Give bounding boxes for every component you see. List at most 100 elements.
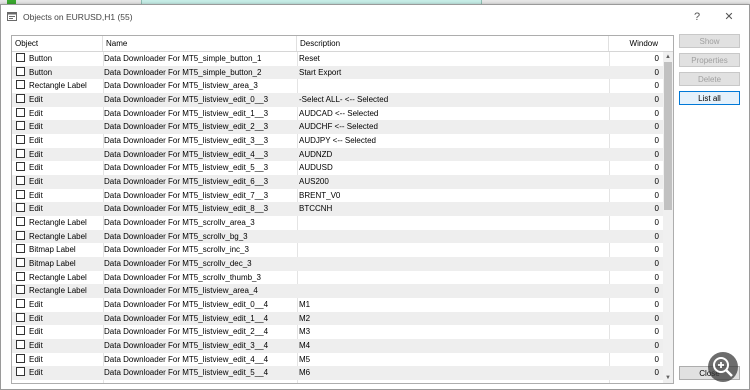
- row-checkbox[interactable]: [16, 340, 25, 350]
- scroll-up-arrow-icon[interactable]: ▲: [664, 53, 672, 61]
- object-name-cell: Data Downloader For MT5_listview_edit_0_…: [104, 300, 269, 310]
- column-header-name[interactable]: Name: [103, 36, 297, 51]
- table-row[interactable]: Button Data Downloader For MT5_simple_but…: [12, 65, 663, 80]
- row-checkbox[interactable]: [16, 107, 25, 117]
- column-header-description[interactable]: Description: [297, 36, 609, 51]
- row-checkbox[interactable]: [16, 176, 25, 186]
- table-row[interactable]: Edit Data Downloader For MT5_listview_edi…: [12, 298, 663, 312]
- table-row[interactable]: Rectangle Label Data Downloader For MT5_l…: [12, 79, 663, 93]
- object-type-cell: Edit: [12, 325, 106, 339]
- table-row[interactable]: Rectangle Label Data Downloader For MT5_s…: [12, 271, 663, 285]
- row-checkbox[interactable]: [16, 162, 25, 172]
- row-checkbox[interactable]: [16, 94, 25, 104]
- properties-button[interactable]: Properties: [679, 53, 740, 67]
- table-row[interactable]: Edit Data Downloader For MT5_listview_edi…: [12, 311, 663, 326]
- table-row[interactable]: Edit Data Downloader For MT5_listview_edi…: [12, 325, 663, 339]
- objects-list[interactable]: Object Name Description Window Button Dat…: [11, 35, 674, 384]
- row-checkbox[interactable]: [16, 148, 25, 158]
- column-header-object[interactable]: Object: [12, 36, 103, 51]
- table-row[interactable]: Bitmap Label Data Downloader For MT5_scro…: [12, 243, 663, 257]
- row-checkbox[interactable]: [16, 189, 25, 199]
- row-checkbox[interactable]: [16, 121, 25, 131]
- object-window-cell: 0: [654, 95, 659, 105]
- object-window-cell: 0: [654, 136, 659, 146]
- object-type-cell: Rectangle Label: [12, 230, 106, 244]
- row-checkbox[interactable]: [16, 53, 25, 62]
- table-row[interactable]: Bitmap Label Data Downloader For MT5_scro…: [12, 257, 663, 271]
- object-type-label: Edit: [29, 108, 43, 118]
- row-checkbox[interactable]: [16, 285, 25, 295]
- object-description-cell: [299, 230, 599, 244]
- magnifier-zoom-icon[interactable]: [708, 352, 738, 382]
- list-all-button[interactable]: List all: [679, 91, 740, 105]
- object-description-cell: [299, 284, 599, 298]
- table-row[interactable]: Edit Data Downloader For MT5_listview_edi…: [12, 93, 663, 107]
- table-row[interactable]: Edit Data Downloader For MT5_listview_edi…: [12, 202, 663, 217]
- table-row[interactable]: Rectangle Label Data Downloader For MT5_s…: [12, 229, 663, 244]
- object-type-cell: Edit: [12, 298, 106, 312]
- row-checkbox[interactable]: [16, 367, 25, 377]
- row-checkbox[interactable]: [16, 312, 25, 322]
- row-checkbox[interactable]: [16, 135, 25, 145]
- object-type-label: Edit: [29, 204, 43, 214]
- help-button[interactable]: ?: [688, 8, 706, 26]
- object-type-label: Edit: [29, 163, 43, 173]
- row-checkbox[interactable]: [16, 299, 25, 309]
- row-checkbox[interactable]: [16, 258, 25, 268]
- object-name-cell: Data Downloader For MT5_listview_edit_1_…: [104, 108, 269, 118]
- table-row[interactable]: Rectangle Label Data Downloader For MT5_s…: [12, 216, 663, 230]
- vertical-scrollbar[interactable]: ▲ ▼: [663, 52, 673, 383]
- object-name-cell: Data Downloader For MT5_simple_button_1: [104, 54, 262, 63]
- object-type-label: Edit: [29, 327, 43, 337]
- row-checkbox[interactable]: [16, 230, 25, 240]
- table-row[interactable]: Rectangle Label Data Downloader For MT5_l…: [12, 284, 663, 299]
- table-row[interactable]: Edit Data Downloader For MT5_listview_edi…: [12, 120, 663, 135]
- object-description-cell: AUDNZD: [299, 149, 333, 159]
- close-window-button[interactable]: ✕: [720, 8, 738, 26]
- show-button[interactable]: Show: [679, 34, 740, 48]
- row-checkbox[interactable]: [16, 217, 25, 227]
- object-type-cell: Rectangle Label: [12, 79, 106, 93]
- table-row[interactable]: Edit Data Downloader For MT5_listview_edi…: [12, 175, 663, 189]
- object-type-cell: Rectangle Label: [12, 271, 106, 285]
- row-checkbox[interactable]: [16, 353, 25, 363]
- object-window-cell: 0: [654, 245, 659, 255]
- object-description-cell: [299, 257, 599, 271]
- table-row[interactable]: Edit Data Downloader For MT5_listview_edi…: [12, 107, 663, 121]
- object-name-cell: Data Downloader For MT5_listview_edit_5_…: [104, 368, 269, 378]
- table-row[interactable]: Edit Data Downloader For MT5_listview_edi…: [12, 134, 663, 148]
- table-row[interactable]: Edit Data Downloader For MT5_listview_edi…: [12, 161, 663, 175]
- table-row[interactable]: Edit Data Downloader For MT5_listview_edi…: [12, 366, 663, 381]
- object-window-cell: 0: [654, 54, 659, 63]
- object-type-label: Edit: [29, 354, 43, 364]
- column-header-window[interactable]: Window: [609, 36, 673, 51]
- title-bar[interactable]: Objects on EURUSD,H1 (55) ? ✕: [1, 5, 749, 29]
- row-checkbox[interactable]: [16, 244, 25, 254]
- row-checkbox[interactable]: [16, 271, 25, 281]
- row-checkbox[interactable]: [16, 203, 25, 213]
- object-description-cell: AUS200: [299, 177, 329, 187]
- object-name-cell: Data Downloader For MT5_listview_edit_7_…: [104, 190, 269, 200]
- object-window-cell: 0: [654, 231, 659, 241]
- row-checkbox[interactable]: [16, 66, 25, 76]
- object-type-cell: Edit: [12, 175, 106, 189]
- object-name-cell: Data Downloader For MT5_listview_edit_2_…: [104, 122, 269, 132]
- object-type-label: Edit: [29, 368, 43, 378]
- delete-button[interactable]: Delete: [679, 72, 740, 86]
- object-description-cell: M3: [299, 327, 311, 337]
- table-row[interactable]: Button Data Downloader For MT5_simple_but…: [12, 52, 663, 66]
- scrollbar-thumb[interactable]: [664, 62, 672, 210]
- objects-window-icon: [7, 12, 17, 21]
- scroll-down-arrow-icon[interactable]: ▼: [664, 374, 672, 382]
- object-window-cell: 0: [654, 259, 659, 269]
- object-window-cell: 0: [654, 286, 659, 296]
- table-row[interactable]: Edit Data Downloader For MT5_listview_edi…: [12, 189, 663, 203]
- row-checkbox[interactable]: [16, 326, 25, 336]
- table-row[interactable]: Edit Data Downloader For MT5_listview_edi…: [12, 147, 663, 162]
- object-type-cell: Edit: [12, 120, 106, 134]
- object-name-cell: Data Downloader For MT5_listview_edit_2_…: [104, 327, 269, 337]
- object-type-label: Edit: [29, 177, 43, 187]
- row-checkbox[interactable]: [16, 80, 25, 90]
- table-row[interactable]: Edit Data Downloader For MT5_listview_edi…: [12, 353, 663, 367]
- table-row[interactable]: Edit Data Downloader For MT5_listview_edi…: [12, 339, 663, 353]
